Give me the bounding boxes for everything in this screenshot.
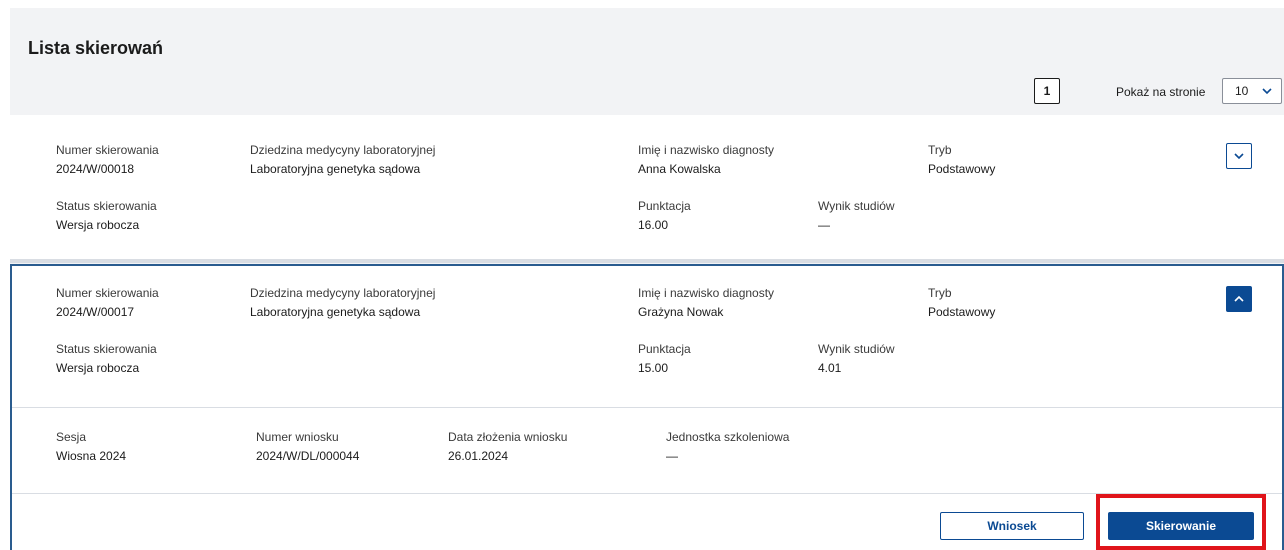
chevron-down-icon <box>1261 79 1273 111</box>
study-result: Wynik studiów 4.01 <box>818 342 895 375</box>
referral-status: Status skierowania Wersja robocza <box>56 342 157 375</box>
chevron-up-icon <box>1233 295 1245 314</box>
referral-number: Numer skierowania 2024/W/00018 <box>56 143 159 176</box>
collapse-card-button[interactable] <box>1226 286 1252 312</box>
per-page-label: Pokaż na stronie <box>1116 85 1206 99</box>
diagnostician-name: Imię i nazwisko diagnosty Anna Kowalska <box>638 143 775 176</box>
referral-card: Numer skierowania 2024/W/00018 Dziedzina… <box>10 115 1284 263</box>
lab-medicine-field: Dziedzina medycyny laboratoryjnej Labora… <box>250 286 436 319</box>
lab-medicine-field: Dziedzina medycyny laboratoryjnej Labora… <box>250 143 436 176</box>
per-page-value: 10 <box>1235 84 1249 98</box>
training-unit: Jednostka szkoleniowa — <box>666 430 790 463</box>
pagination-current-page[interactable]: 1 <box>1034 78 1060 104</box>
application-number: Numer wniosku 2024/W/DL/000044 <box>256 430 360 463</box>
per-page-select[interactable]: 10 <box>1222 78 1282 104</box>
mode: Tryb Podstawowy <box>928 143 996 176</box>
divider <box>12 493 1282 494</box>
session: Sesja Wiosna 2024 <box>56 430 127 463</box>
page-container: Lista skierowań 1 Pokaż na stronie 10 Nu… <box>10 8 1284 550</box>
application-button[interactable]: Wniosek <box>940 512 1084 540</box>
referral-button[interactable]: Skierowanie <box>1108 512 1254 540</box>
study-result: Wynik studiów — <box>818 199 895 232</box>
chevron-down-icon <box>1233 153 1245 171</box>
divider <box>12 407 1282 408</box>
referral-card-expanded: Numer skierowania 2024/W/00017 Dziedzina… <box>10 264 1284 550</box>
application-date: Data złożenia wniosku 26.01.2024 <box>448 430 568 463</box>
expand-card-button[interactable] <box>1226 143 1252 169</box>
diagnostician-name: Imię i nazwisko diagnosty Grażyna Nowak <box>638 286 775 319</box>
score: Punktacja 15.00 <box>638 342 691 375</box>
referral-status: Status skierowania Wersja robocza <box>56 199 157 232</box>
score: Punktacja 16.00 <box>638 199 691 232</box>
referral-number: Numer skierowania 2024/W/00017 <box>56 286 159 319</box>
mode: Tryb Podstawowy <box>928 286 996 319</box>
page-title: Lista skierowań <box>28 38 164 58</box>
